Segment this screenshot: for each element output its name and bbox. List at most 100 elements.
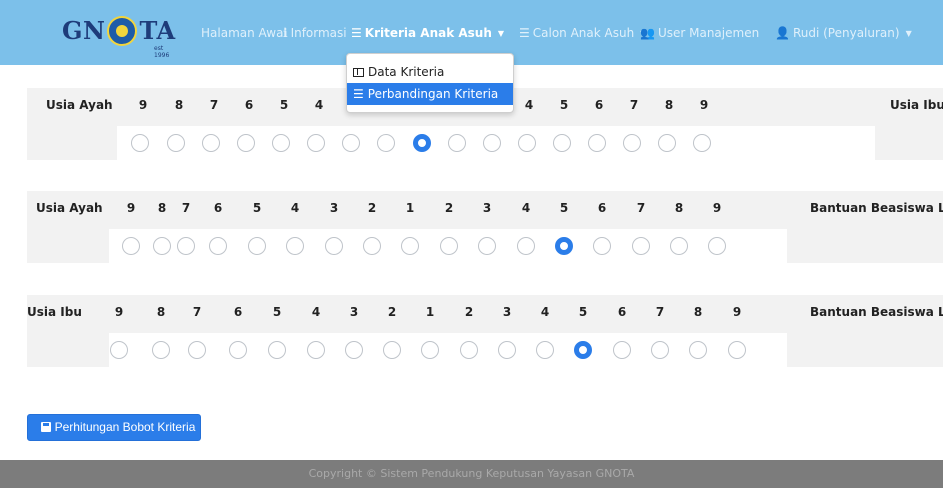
nav-informasi[interactable]: ℹ Informasi (283, 26, 347, 40)
criterion-right-label: Bantuan Beasiswa Lain (810, 201, 943, 215)
scale-value: 2 (387, 305, 397, 319)
scale-radio[interactable] (131, 134, 149, 152)
scale-value: 8 (174, 98, 184, 112)
scale-radio[interactable] (693, 134, 711, 152)
nav-user-account[interactable]: 👤 Rudi (Penyaluran) ▼ (775, 26, 912, 41)
scale-radio[interactable] (363, 237, 381, 255)
criterion-left-label: Usia Ayah (46, 98, 113, 112)
scale-value: 5 (279, 98, 289, 112)
scale-radio[interactable] (307, 341, 325, 359)
scale-value: 6 (594, 98, 604, 112)
scale-radio[interactable] (342, 134, 360, 152)
scale-radio[interactable] (588, 134, 606, 152)
scale-radio[interactable] (167, 134, 185, 152)
nav-calon-anak-asuh[interactable]: ☰ Calon Anak Asuh ▼ (519, 26, 646, 41)
scale-radio[interactable] (632, 237, 650, 255)
scale-radio[interactable] (517, 237, 535, 255)
button-label: Perhitungan Bobot Kriteria (54, 420, 196, 434)
caret-down-icon: ▼ (497, 29, 505, 38)
scale-radio[interactable] (401, 237, 419, 255)
scale-value: 4 (521, 201, 531, 215)
gnota-emblem-icon (107, 16, 138, 46)
scale-value: 3 (329, 201, 339, 215)
scale-radio[interactable] (518, 134, 536, 152)
criterion-left-label: Usia Ayah (36, 201, 103, 215)
scale-radio[interactable] (708, 237, 726, 255)
scale-radio[interactable] (286, 237, 304, 255)
scale-radio[interactable] (448, 134, 466, 152)
nav-label: Kriteria Anak Asuh (364, 26, 492, 40)
scale-radio[interactable] (553, 134, 571, 152)
scale-radio[interactable] (248, 237, 266, 255)
scale-radio[interactable] (152, 341, 170, 359)
scale-radio[interactable] (478, 237, 496, 255)
scale-value: 8 (674, 201, 684, 215)
brand-established: est 1996 (154, 45, 170, 59)
scale-radio[interactable] (345, 341, 363, 359)
scale-value: 9 (126, 201, 136, 215)
scale-value: 8 (156, 305, 166, 319)
scale-value: 5 (272, 305, 282, 319)
scale-radio[interactable] (421, 341, 439, 359)
dropdown-item-perbandingan-kriteria[interactable]: ☰ Perbandingan Kriteria (347, 83, 513, 105)
dropdown-item-data-kriteria[interactable]: Data Kriteria (347, 61, 513, 83)
scale-value: 7 (636, 201, 646, 215)
save-icon (40, 422, 51, 432)
comparison-row-3: Usia Ibu 9 8 7 6 5 4 3 2 1 2 3 4 5 6 7 8 9 Bantuan Beasisw… (27, 295, 943, 367)
footer: Copyright © Sistem Pendukung Keputusan Y… (0, 460, 943, 488)
scale-value: 4 (290, 201, 300, 215)
scale-radio-selected[interactable] (555, 237, 573, 255)
scale-radio[interactable] (188, 341, 206, 359)
scale-radio[interactable] (237, 134, 255, 152)
scale-radio[interactable] (460, 341, 478, 359)
scale-radio[interactable] (623, 134, 641, 152)
scale-radio[interactable] (498, 341, 516, 359)
scale-radio-selected[interactable] (574, 341, 592, 359)
brand-text-right: TA (139, 16, 176, 45)
scale-value: 4 (314, 98, 324, 112)
scale-value: 3 (482, 201, 492, 215)
info-icon: ℹ (283, 26, 288, 40)
scale-radio[interactable] (229, 341, 247, 359)
scale-value: 6 (617, 305, 627, 319)
brand-logo-link[interactable]: GN TA est 1996 (62, 15, 176, 59)
scale-value: 8 (157, 201, 167, 215)
scale-value: 7 (655, 305, 665, 319)
scale-value: 3 (349, 305, 359, 319)
scale-value: 2 (464, 305, 474, 319)
scale-radio[interactable] (153, 237, 171, 255)
scale-radio-selected[interactable] (413, 134, 431, 152)
scale-radio[interactable] (307, 134, 325, 152)
scale-value: 8 (693, 305, 703, 319)
scale-radio[interactable] (202, 134, 220, 152)
scale-radio[interactable] (670, 237, 688, 255)
scale-radio[interactable] (209, 237, 227, 255)
scale-radio[interactable] (383, 341, 401, 359)
nav-label: Halaman Awal (201, 26, 287, 40)
scale-value: 6 (244, 98, 254, 112)
footer-copyright: Copyright © Sistem Pendukung Keputusan Y… (308, 467, 635, 480)
nav-user-manajemen[interactable]: 👥 User Manajemen (640, 26, 759, 40)
nav-label: Informasi (290, 26, 347, 40)
perhitungan-bobot-button[interactable]: Perhitungan Bobot Kriteria (27, 414, 201, 441)
scale-radio[interactable] (593, 237, 611, 255)
scale-radio[interactable] (440, 237, 458, 255)
scale-radio[interactable] (110, 341, 128, 359)
scale-value: 9 (138, 98, 148, 112)
scale-radio[interactable] (325, 237, 343, 255)
scale-radio[interactable] (268, 341, 286, 359)
scale-value: 3 (502, 305, 512, 319)
scale-radio[interactable] (177, 237, 195, 255)
scale-radio[interactable] (613, 341, 631, 359)
nav-halaman-awal[interactable]: Halaman Awal (201, 26, 287, 40)
scale-radio[interactable] (651, 341, 669, 359)
scale-radio[interactable] (658, 134, 676, 152)
scale-radio[interactable] (122, 237, 140, 255)
nav-kriteria-anak-asuh[interactable]: ☰ Kriteria Anak Asuh ▼ (351, 26, 504, 41)
scale-radio[interactable] (272, 134, 290, 152)
scale-radio[interactable] (728, 341, 746, 359)
scale-radio[interactable] (377, 134, 395, 152)
scale-radio[interactable] (536, 341, 554, 359)
scale-radio[interactable] (689, 341, 707, 359)
scale-radio[interactable] (483, 134, 501, 152)
